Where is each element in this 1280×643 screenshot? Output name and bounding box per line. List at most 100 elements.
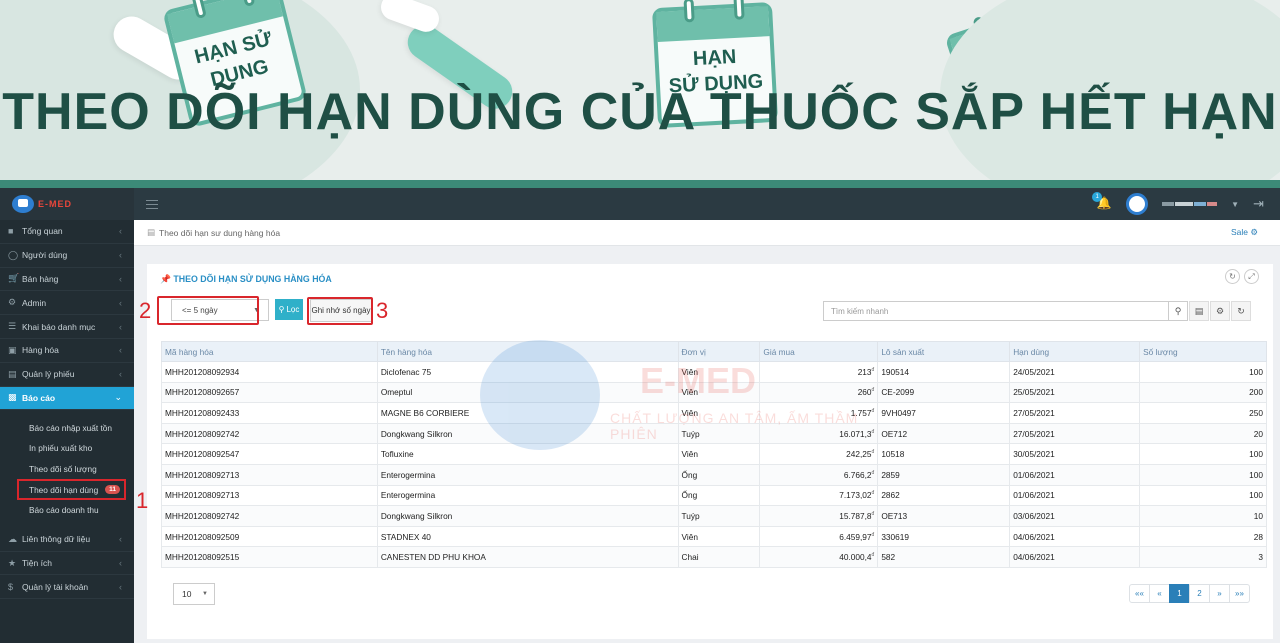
user-name-redacted[interactable]: [1162, 202, 1218, 206]
table-header-row: Mã hàng hóa Tên hàng hóa Đơn vị Giá mua …: [161, 341, 1267, 362]
annotation-step-3: 3: [376, 298, 389, 323]
sidebar-item-account[interactable]: $ Quản lý tài khoản ‹: [0, 575, 134, 600]
currency-mark: đ: [871, 367, 875, 374]
table-cell: MHH201208092742: [161, 505, 378, 527]
sidebar-item-utilities[interactable]: ★ Tiện ích ‹: [0, 552, 134, 576]
search-icon[interactable]: ⚲: [1168, 301, 1188, 321]
banner-title: THEO DÕI HẠN DÙNG CỦA THUỐC SẮP HẾT HẠN: [2, 83, 1278, 141]
column-header[interactable]: Tên hàng hóa: [376, 341, 679, 362]
annotation-outline-filter: [157, 296, 259, 325]
sidebar-item-label: Liên thông dữ liệu: [22, 534, 91, 545]
table-cell: CANESTEN DD PHU KHOA: [376, 546, 679, 568]
sidebar-item-users[interactable]: ◯ Người dùng ‹: [0, 244, 134, 268]
column-header[interactable]: Hạn dùng: [1009, 341, 1141, 362]
table-cell: 01/06/2021: [1009, 463, 1141, 486]
sale-link[interactable]: Sale ⚙: [1231, 227, 1258, 238]
filter-button[interactable]: ⚲ Lọc: [275, 299, 303, 320]
sidebar-item-label: Báo cáo: [22, 392, 56, 403]
prev-page-button[interactable]: «: [1149, 584, 1170, 603]
sidebar-item-data-link[interactable]: ☁ Liên thông dữ liệu ‹: [0, 528, 134, 552]
table-cell: Viên: [677, 525, 761, 548]
reload-icon[interactable]: ↻: [1231, 301, 1251, 321]
menu-toggle-icon[interactable]: [146, 199, 158, 209]
last-page-button[interactable]: »»: [1229, 584, 1250, 603]
table-cell: Tuýp: [677, 505, 761, 527]
table-cell: 100: [1139, 443, 1267, 465]
table-cell: 27/05/2021: [1009, 402, 1141, 424]
currency-mark: đ: [871, 428, 875, 435]
pagination: «« « 1 2 » »»: [1129, 584, 1250, 603]
next-page-button[interactable]: »: [1209, 584, 1230, 603]
gear-icon: ⚙: [8, 297, 17, 308]
sidebar-item-label: Theo dõi hạn dùng: [29, 484, 99, 495]
main-content: ▤ Theo dõi hạn sư dung hàng hóa Sale ⚙ 📌…: [134, 220, 1280, 643]
refresh-icon[interactable]: ↻: [1225, 269, 1240, 284]
panel-title: 📌 THEO DÕI HẠN SỬ DỤNG HÀNG HÓA: [160, 274, 332, 285]
table-row[interactable]: MHH201208092713 Enterogermina Ống 7.173,02đ…: [161, 484, 1267, 507]
table-cell: 15.787,8đ: [759, 505, 879, 527]
bell-icon[interactable]: 🔔 1: [1092, 192, 1112, 212]
table-row[interactable]: MHH201208092742 Dongkwang Silkron Tuýp 15.7…: [161, 505, 1267, 527]
currency-mark: đ: [871, 511, 875, 518]
quick-search-input[interactable]: Tìm kiếm nhanh: [823, 301, 1169, 321]
sidebar-item-admin[interactable]: ⚙ Admin ‹: [0, 291, 134, 316]
sidebar-subitem-stock-report[interactable]: Báo cáo nhập xuất tồn: [0, 417, 134, 438]
table-cell: 10518: [877, 443, 1011, 465]
price-value: 1.757: [850, 407, 872, 418]
table-row[interactable]: MHH201208092547 Tofluxine Viên 242,25đ 10518…: [161, 443, 1267, 465]
annotation-outline-remember: [307, 297, 373, 325]
table-cell: 27/05/2021: [1009, 422, 1141, 445]
table-cell: Ống: [677, 484, 761, 507]
first-page-button[interactable]: ««: [1129, 584, 1150, 603]
annotation-step-1: 1: [136, 488, 149, 513]
column-header[interactable]: Giá mua: [759, 341, 879, 362]
sidebar-item-label: Tổng quan: [22, 226, 63, 237]
table-cell: 03/06/2021: [1009, 505, 1141, 527]
sidebar-item-overview[interactable]: ■ Tổng quan ‹: [0, 220, 134, 244]
table-row[interactable]: MHH201208092515 CANESTEN DD PHU KHOA Chai 4…: [161, 546, 1267, 568]
table-cell: Diclofenac 75: [376, 361, 679, 383]
page-button[interactable]: 1: [1169, 584, 1190, 603]
column-header[interactable]: Lô sản xuất: [877, 341, 1011, 362]
table-row[interactable]: MHH201208092934 Diclofenac 75 Viên 213đ 1905…: [161, 361, 1267, 383]
avatar[interactable]: [1126, 193, 1149, 215]
settings-icon[interactable]: ⚙: [1210, 301, 1230, 321]
currency-mark: đ: [871, 449, 875, 456]
table-row[interactable]: MHH201208092433 MAGNE B6 CORBIERE Viên 1.75…: [161, 402, 1267, 424]
column-header[interactable]: Mã hàng hóa: [161, 341, 378, 362]
table-cell: 04/06/2021: [1009, 525, 1141, 548]
table-cell: 582: [877, 546, 1011, 568]
table-row[interactable]: MHH201208092509 STADNEX 40 Viên 6.459,97đ 33…: [161, 525, 1267, 548]
sidebar-item-goods[interactable]: ▣ Hàng hóa ‹: [0, 339, 134, 363]
sidebar-subitem-export-slip[interactable]: In phiếu xuất kho: [0, 438, 134, 459]
price-value: 213: [857, 366, 872, 377]
sidebar-item-reports[interactable]: ▩ Báo cáo ⌄: [0, 386, 134, 411]
sidebar-subitem-quantity-tracking[interactable]: Theo dõi số lượng: [0, 459, 134, 480]
logout-icon[interactable]: ⇥: [1253, 196, 1264, 212]
sidebar-subitem-expiry-tracking[interactable]: Theo dõi hạn dùng 11: [17, 479, 126, 501]
column-header[interactable]: Đơn vị: [677, 341, 761, 362]
page-size-select[interactable]: 10 ▼: [173, 583, 215, 605]
table-cell: Viên: [677, 381, 761, 404]
table-row[interactable]: MHH201208092713 Enterogermina Ống 6.766,2đ 2…: [161, 463, 1267, 486]
brand-logo[interactable]: E-MED: [0, 188, 134, 220]
column-header[interactable]: Số lượng: [1139, 341, 1267, 362]
chart-icon: ▩: [8, 392, 17, 403]
sidebar-item-sales[interactable]: 🛒 Bán hàng ‹: [0, 268, 134, 292]
table-cell: 2859: [877, 463, 1011, 486]
pill-decoration: [1098, 0, 1172, 59]
currency-mark: đ: [871, 408, 875, 415]
sidebar-subitem-revenue-report[interactable]: Báo cáo doanh thu: [0, 500, 134, 521]
sidebar-item-vouchers[interactable]: ▤ Quản lý phiếu ‹: [0, 363, 134, 387]
table-row[interactable]: MHH201208092742 Dongkwang Silkron Tuýp 16.0…: [161, 422, 1267, 445]
banner-stripe: [0, 180, 1280, 188]
list-icon: ☰: [8, 321, 17, 332]
chevron-down-icon[interactable]: ▼: [1231, 200, 1239, 209]
expand-icon[interactable]: ⤢: [1244, 269, 1259, 284]
sidebar-item-catalog[interactable]: ☰ Khai báo danh mục ‹: [0, 315, 134, 339]
logo-icon: [12, 195, 34, 213]
table-row[interactable]: MHH201208092657 Omeptul Viên 260đ CE-2099 25/…: [161, 381, 1267, 404]
user-icon: ◯: [8, 249, 19, 260]
page-button[interactable]: 2: [1189, 584, 1210, 603]
export-icon[interactable]: ▤: [1189, 301, 1209, 321]
